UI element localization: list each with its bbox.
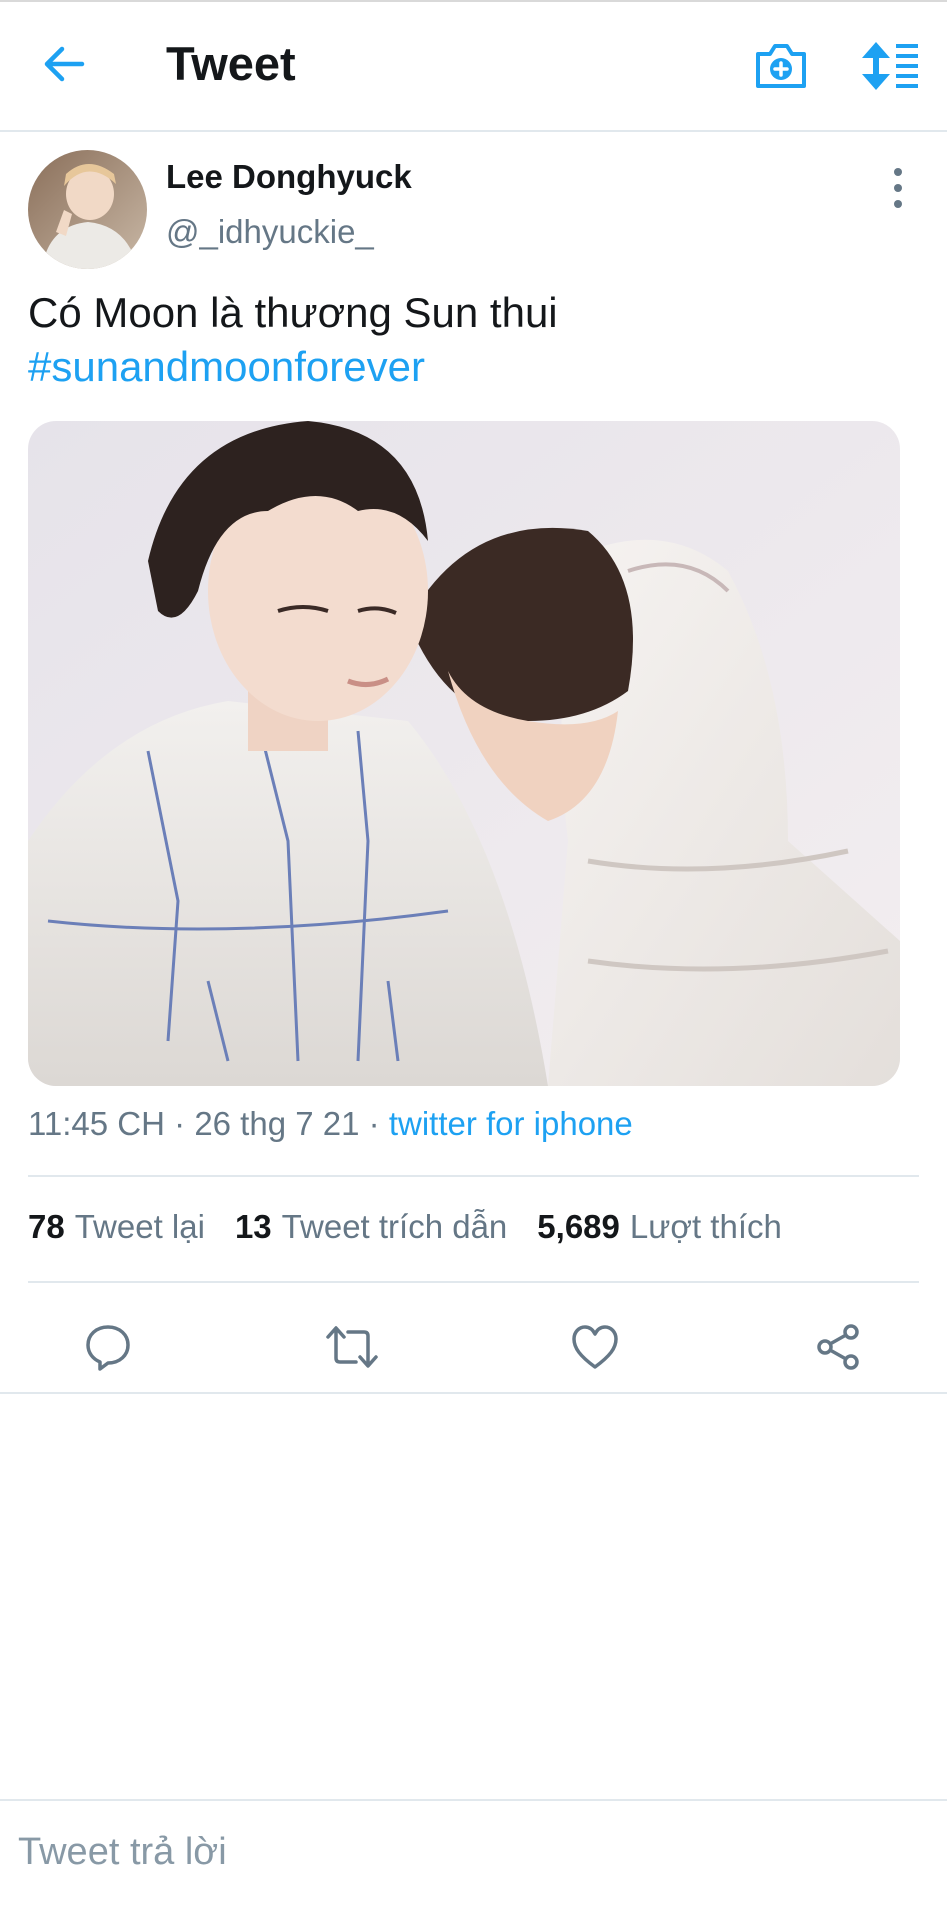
meta-separator: · [368, 1105, 380, 1142]
divider [28, 1175, 919, 1177]
sort-button[interactable] [860, 38, 922, 94]
quotes-stat[interactable]: 13 Tweet trích dẫn [235, 1208, 507, 1246]
author-handle: @_idhyuckie_ [166, 213, 374, 250]
hashtag-link[interactable]: #sunandmoonforever [28, 340, 558, 394]
likes-label: Lượt thích [629, 1208, 782, 1245]
share-button[interactable] [803, 1312, 873, 1382]
avatar[interactable] [28, 150, 147, 269]
tweet-date: 26 thg 7 21 [194, 1105, 360, 1142]
retweets-label: Tweet lại [74, 1208, 205, 1245]
meta-separator: · [174, 1105, 186, 1142]
quotes-label: Tweet trích dẫn [281, 1208, 508, 1245]
quotes-count: 13 [234, 1208, 272, 1245]
action-bar [0, 1312, 947, 1382]
tweet-time: 11:45 CH [28, 1105, 165, 1142]
reply-button[interactable] [73, 1312, 143, 1382]
retweet-icon [326, 1326, 378, 1368]
avatar-photo [28, 150, 147, 269]
tweet-meta: 11:45 CH · 26 thg 7 21 · twitter for iph… [28, 1105, 633, 1143]
photo-image [28, 421, 900, 1086]
top-app-bar: Tweet [0, 2, 947, 132]
retweets-count: 78 [28, 1208, 65, 1245]
more-options-button[interactable] [878, 164, 918, 212]
page-title: Tweet [166, 37, 296, 90]
tweet-body: Có Moon là thương Sun thui #sunandmoonfo… [28, 286, 558, 394]
like-button[interactable] [560, 1312, 630, 1382]
sort-list-icon [862, 42, 918, 90]
tweet-source-link[interactable]: twitter for iphone [389, 1105, 633, 1142]
tweet-text: Có Moon là thương Sun thui [28, 289, 558, 336]
likes-stat[interactable]: 5,689 Lượt thích [537, 1208, 782, 1246]
back-button[interactable] [36, 36, 92, 92]
arrow-left-icon [44, 46, 85, 82]
reply-icon [86, 1325, 130, 1371]
reply-input[interactable]: Tweet trả lời [18, 1831, 227, 1874]
reply-composer: Tweet trả lời [0, 1799, 947, 1922]
tweet-photo[interactable] [28, 421, 900, 1086]
author-name[interactable]: Lee Donghyuck [166, 158, 412, 196]
likes-count: 5,689 [537, 1208, 620, 1245]
divider [28, 1281, 919, 1283]
more-vertical-icon [894, 168, 902, 208]
divider [0, 1392, 947, 1394]
camera-plus-icon [756, 44, 806, 88]
like-icon [572, 1325, 618, 1369]
engagement-stats: 78 Tweet lại 13 Tweet trích dẫn 5,689 Lượt … [28, 1208, 812, 1246]
retweets-stat[interactable]: 78 Tweet lại [28, 1208, 205, 1246]
retweet-button[interactable] [317, 1312, 387, 1382]
camera-button[interactable] [752, 38, 810, 94]
share-icon [817, 1324, 859, 1370]
